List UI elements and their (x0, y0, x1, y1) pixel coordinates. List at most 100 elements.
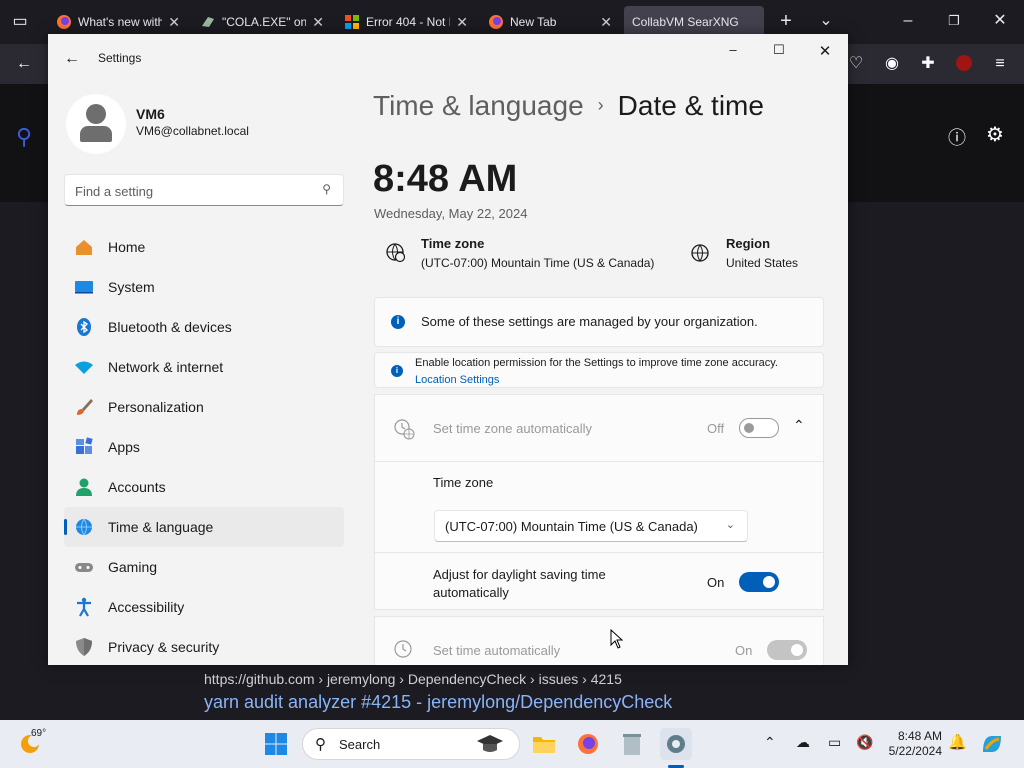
file-explorer-icon[interactable] (528, 728, 560, 760)
user-email: VM6@collabnet.local (136, 124, 249, 138)
nav-item-home[interactable]: Home (64, 227, 344, 267)
display-icon[interactable]: ▭ (828, 734, 841, 751)
timezone-info-value: (UTC-07:00) Mountain Time (US & Canada) (421, 256, 655, 270)
dst-label-line1: Adjust for daylight saving time (433, 567, 606, 582)
auto-timezone-row[interactable]: Set time zone automatically Off ⌃ (375, 395, 823, 462)
nav-item-accounts[interactable]: Accounts (64, 467, 344, 507)
taskbar-date: 5/22/2024 (888, 744, 942, 758)
clock-icon (393, 639, 413, 664)
result-title-link[interactable]: yarn audit analyzer #4215 - jeremylong/D… (204, 692, 672, 713)
minimize-button[interactable]: – (718, 42, 748, 62)
region-info-value: United States (726, 256, 799, 270)
brush-icon (74, 397, 94, 417)
bell-icon[interactable]: 🔔 (948, 733, 967, 751)
graduation-cap-icon (475, 733, 505, 760)
network-off-icon[interactable]: ☁ (796, 734, 810, 751)
nav-item-network[interactable]: Network & internet (64, 347, 344, 387)
weather-temp: 69° (31, 728, 47, 739)
close-icon[interactable]: ✕ (990, 10, 1010, 32)
timezone-dropdown[interactable]: (UTC-07:00) Mountain Time (US & Canada) … (434, 510, 748, 542)
volume-muted-icon[interactable]: 🔇 (856, 734, 873, 751)
new-tab-button[interactable]: + (776, 10, 796, 32)
info-icon[interactable]: ⓘ (948, 124, 966, 150)
nav-item-apps[interactable]: Apps (64, 427, 344, 467)
avatar[interactable] (66, 94, 126, 154)
dst-label-line2: automatically (433, 585, 509, 600)
close-icon[interactable]: ✕ (600, 14, 612, 31)
clock-globe-icon (393, 418, 415, 445)
account-icon[interactable]: ◉ (882, 54, 902, 74)
auto-timezone-state: Off (707, 421, 725, 436)
taskbar-time: 8:48 AM (897, 729, 942, 743)
close-icon[interactable]: ✕ (168, 14, 180, 31)
nav-item-personalization[interactable]: Personalization (64, 387, 344, 427)
chevron-down-icon: ⌄ (725, 519, 735, 531)
search-icon[interactable]: ⚲ (16, 124, 32, 150)
settings-nav: Home System Bluetooth & devices Network … (64, 227, 344, 665)
auto-time-card[interactable]: Set time automatically On (374, 616, 824, 665)
copilot-icon[interactable] (980, 732, 1004, 761)
menu-icon[interactable]: ≡ (990, 54, 1010, 74)
back-arrow-icon[interactable]: ← (14, 54, 34, 74)
extensions-icon[interactable]: ✚ (918, 54, 938, 74)
start-button[interactable] (260, 728, 292, 760)
pocket-icon[interactable]: ♡ (846, 54, 866, 74)
gear-icon[interactable]: ⚙ (986, 122, 1004, 147)
globe-clock-icon (384, 241, 406, 263)
minimize-icon[interactable]: – (898, 10, 918, 32)
close-icon[interactable]: ✕ (312, 14, 324, 31)
maximize-button[interactable]: ☐ (764, 42, 794, 62)
nav-item-system[interactable]: System (64, 267, 344, 307)
close-icon[interactable]: ✕ (456, 14, 468, 31)
chevron-down-icon[interactable]: ⌄ (816, 10, 836, 32)
nav-label: Accounts (108, 479, 166, 495)
nav-label: Personalization (108, 399, 204, 415)
nav-item-accessibility[interactable]: Accessibility (64, 587, 344, 627)
search-input[interactable] (75, 181, 305, 201)
auto-timezone-toggle[interactable] (739, 418, 779, 438)
page-title: Date & time (617, 90, 764, 121)
settings-taskbar-icon[interactable] (660, 728, 692, 760)
window-title: Settings (98, 51, 142, 65)
nav-item-gaming[interactable]: Gaming (64, 547, 344, 587)
restore-icon[interactable]: ❐ (944, 10, 964, 32)
info-icon: i (391, 315, 405, 329)
taskbar-clock[interactable]: 8:48 AM 5/22/2024 (884, 729, 942, 759)
taskbar: 69° ⚲ Search ⌃ ☁ ▭ 🔇 8:48 AM 5/22/2024 🔔 (0, 720, 1024, 768)
location-notice: i Enable location permission for the Set… (374, 352, 824, 388)
dst-toggle[interactable] (739, 572, 779, 592)
back-arrow-icon[interactable]: ← (64, 50, 80, 68)
chevron-up-icon[interactable]: ⌃ (764, 734, 776, 751)
nav-item-privacy[interactable]: Privacy & security (64, 627, 344, 665)
auto-time-toggle[interactable] (767, 640, 807, 660)
microsoft-icon (344, 14, 360, 30)
find-setting-box[interactable]: ⚲ (64, 174, 344, 206)
settings-window: ← Settings – ☐ ✕ VM6 VM6@collabnet.local… (48, 34, 848, 665)
tab-label: "COLA.EXE" on (222, 15, 307, 29)
timezone-info-label: Time zone (421, 236, 485, 251)
nav-label: Privacy & security (108, 639, 220, 655)
tab-list-icon[interactable]: ▭ (10, 12, 30, 32)
nav-label: Bluetooth & devices (108, 319, 232, 335)
close-button[interactable]: ✕ (810, 42, 840, 62)
breadcrumb-parent[interactable]: Time & language (373, 90, 584, 121)
nav-item-bluetooth[interactable]: Bluetooth & devices (64, 307, 344, 347)
firefox-icon (56, 14, 72, 30)
firefox-icon[interactable] (572, 728, 604, 760)
location-settings-link[interactable]: Location Settings (415, 374, 499, 386)
dst-state: On (707, 575, 725, 590)
auto-time-state: On (735, 643, 753, 658)
chevron-up-icon[interactable]: ⌃ (793, 417, 805, 434)
nav-item-time-language[interactable]: Time & language (64, 507, 344, 547)
nav-label: Time & language (108, 519, 214, 535)
firefox-icon (488, 14, 504, 30)
ublock-icon[interactable] (954, 54, 974, 74)
divider (375, 552, 823, 553)
taskbar-search[interactable]: ⚲ Search (302, 728, 520, 760)
current-date: Wednesday, May 22, 2024 (374, 206, 528, 221)
recycle-bin-icon[interactable] (616, 728, 648, 760)
accessibility-icon (74, 597, 94, 617)
search-icon: ⚲ (322, 182, 331, 196)
shield-icon (74, 637, 94, 657)
location-notice-text: Enable location permission for the Setti… (415, 357, 778, 369)
